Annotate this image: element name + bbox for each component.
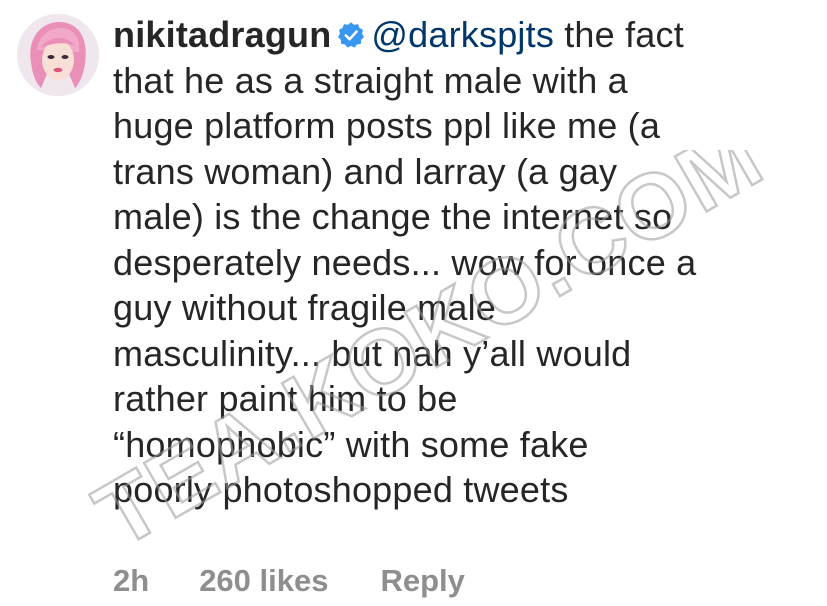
comment-line-11: poorly photoshopped tweets	[113, 469, 569, 510]
comment-line-2: that he as a straight male with a	[113, 59, 628, 101]
comment-item: nikitadragun @darkspjts the fact that he …	[0, 0, 827, 606]
comment-timestamp: 2h	[113, 563, 150, 598]
mention-link[interactable]: @darkspjts	[371, 14, 554, 55]
comment-line-7: guy without fragile male	[113, 287, 496, 328]
reply-button[interactable]: Reply	[380, 563, 464, 599]
comment-line-8: masculinity... but nah y’all would	[113, 332, 632, 374]
comment-line-3: huge platform posts ppl like me (a	[113, 105, 661, 146]
likes-count-link[interactable]: 260 likes	[199, 563, 328, 599]
avatar[interactable]	[17, 14, 99, 96]
comment-line-5: male) is the change the internet so	[113, 196, 673, 237]
comment-line-10: “homophobic” with some fake	[113, 423, 589, 465]
comment-text-segment: the fact	[564, 14, 684, 55]
comment-line-9: rather paint him to be	[113, 378, 458, 419]
comment-text: nikitadragun @darkspjts the fact that he …	[113, 12, 813, 513]
comment-line-1: nikitadragun @darkspjts the fact	[113, 12, 813, 58]
comment-meta: 2h 260 likes Reply	[113, 563, 465, 599]
avatar-illustration	[17, 14, 99, 96]
verified-badge-icon	[338, 22, 365, 48]
comment-line-6: desperately needs... wow for once a	[113, 241, 697, 283]
username[interactable]: nikitadragun	[113, 14, 331, 55]
comment-line-4: trans woman) and larray (a gay	[113, 150, 618, 192]
